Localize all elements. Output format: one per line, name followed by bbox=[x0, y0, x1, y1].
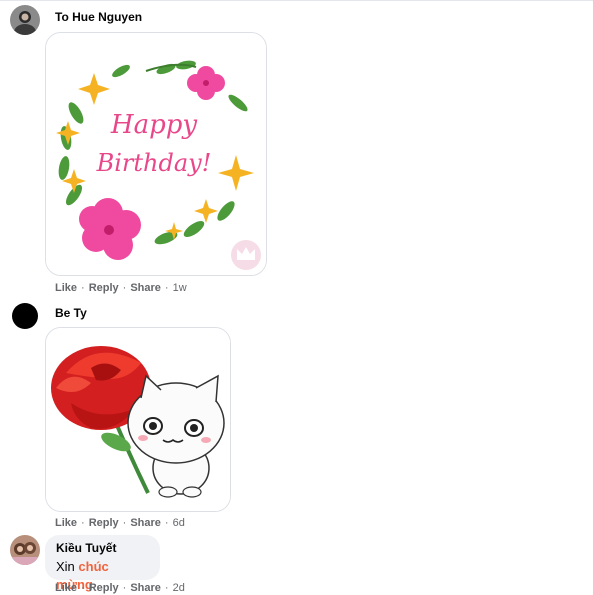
separator-dot: · bbox=[164, 517, 169, 529]
comment-text-prefix: Xin bbox=[56, 559, 79, 574]
comment-timestamp[interactable]: 1w bbox=[173, 282, 187, 294]
separator-dot: · bbox=[81, 582, 85, 594]
like-link[interactable]: Like bbox=[55, 517, 77, 529]
avatar-kieu-tuyet[interactable] bbox=[10, 535, 40, 565]
separator-dot: · bbox=[164, 282, 169, 294]
like-link[interactable]: Like bbox=[55, 282, 77, 294]
share-link[interactable]: Share bbox=[130, 582, 161, 594]
sticker-cat-with-rose[interactable] bbox=[45, 327, 231, 512]
share-link[interactable]: Share bbox=[130, 282, 161, 294]
comment-timestamp[interactable]: 6d bbox=[173, 517, 185, 529]
comment-actions: Like · Reply · Share · 1w bbox=[55, 282, 187, 294]
comment-actions: Like · Reply · Share · 6d bbox=[55, 517, 185, 529]
separator-dot: · bbox=[122, 517, 127, 529]
like-link[interactable]: Like bbox=[55, 582, 77, 594]
share-link[interactable]: Share bbox=[130, 517, 161, 529]
sticker-text-happy: Happy bbox=[110, 110, 197, 140]
separator-dot: · bbox=[122, 282, 127, 294]
avatar-be-ty[interactable] bbox=[10, 300, 40, 330]
comment-author[interactable]: Kiều Tuyết bbox=[56, 541, 149, 555]
comment-author[interactable]: To Hue Nguyen bbox=[55, 10, 142, 24]
comment-timestamp[interactable]: 2d bbox=[173, 582, 185, 594]
sticker-happy-birthday[interactable]: Happy Birthday! bbox=[45, 32, 267, 276]
avatar-to-hue-nguyen[interactable] bbox=[10, 5, 40, 35]
sticker-text-birthday: Birthday! bbox=[96, 149, 212, 177]
separator-dot: · bbox=[81, 282, 85, 294]
reply-link[interactable]: Reply bbox=[89, 517, 119, 529]
reply-link[interactable]: Reply bbox=[89, 582, 119, 594]
separator-dot: · bbox=[164, 582, 169, 594]
reply-link[interactable]: Reply bbox=[89, 282, 119, 294]
separator-dot: · bbox=[122, 582, 127, 594]
top-divider bbox=[0, 0, 593, 1]
comment-bubble: Kiều Tuyết Xin chúc mừng bbox=[45, 535, 160, 592]
comment-actions: Like · Reply · Share · 2d bbox=[55, 582, 185, 594]
separator-dot: · bbox=[81, 517, 85, 529]
comment-author[interactable]: Be Ty bbox=[55, 306, 87, 320]
